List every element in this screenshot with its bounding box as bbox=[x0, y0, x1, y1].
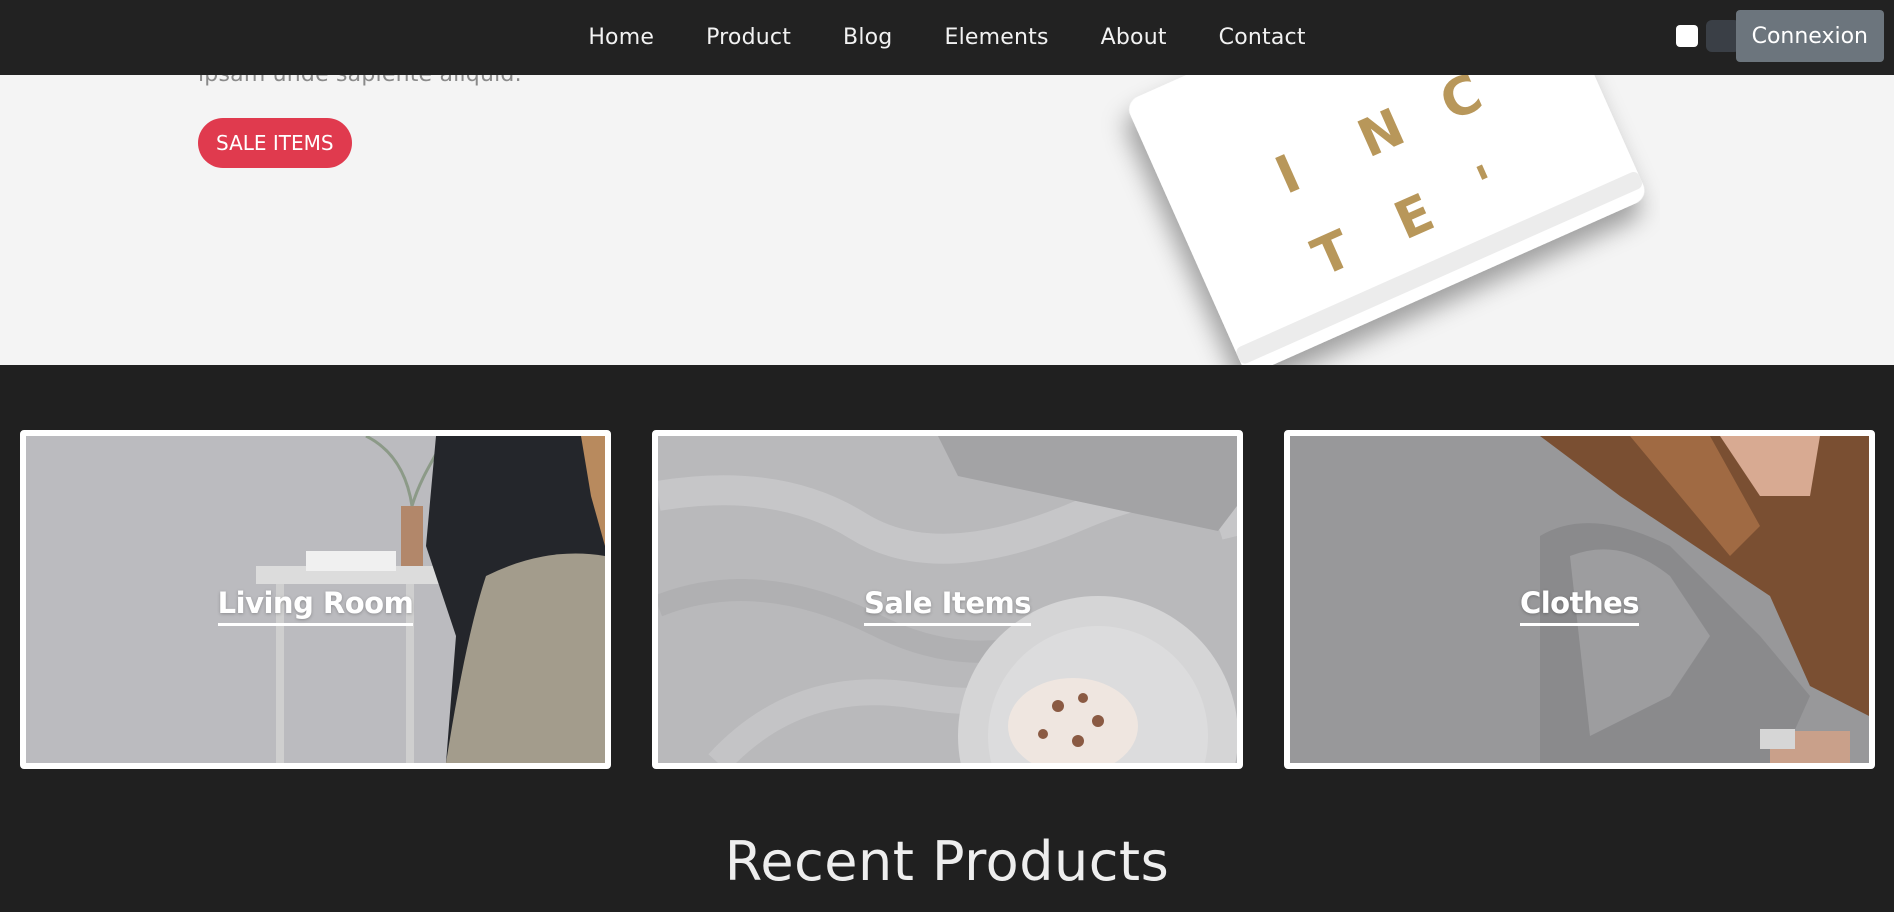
nav-links: Home Product Blog Elements About Contact bbox=[0, 0, 1894, 75]
category-label-living-room[interactable]: Living Room bbox=[26, 586, 605, 626]
nav-link-about[interactable]: About bbox=[1101, 25, 1167, 50]
category-card-living-room[interactable]: Living Room bbox=[20, 430, 611, 769]
category-label-clothes[interactable]: Clothes bbox=[1290, 586, 1869, 626]
hero-text: ipsam unde sapiente aliquid. bbox=[198, 75, 522, 87]
nav-link-elements[interactable]: Elements bbox=[944, 25, 1048, 50]
category-card-sale-items[interactable]: Sale Items bbox=[652, 430, 1243, 769]
light-theme-swatch[interactable] bbox=[1675, 25, 1698, 47]
dark-theme-swatch[interactable] bbox=[1705, 20, 1740, 52]
category-cards: Living Room Sale Items Clothes bbox=[0, 430, 1894, 770]
recent-products-title: Recent Products bbox=[724, 830, 1170, 893]
folded-tshirt-image: I N C T E ' bbox=[1129, 75, 1645, 365]
nav-link-product[interactable]: Product bbox=[706, 25, 791, 50]
sale-items-button[interactable]: SALE ITEMS bbox=[198, 118, 352, 168]
top-navbar: Home Product Blog Elements About Contact… bbox=[0, 0, 1894, 75]
hero-section: ipsam unde sapiente aliquid. SALE ITEMS … bbox=[0, 75, 1894, 365]
nav-actions: Connexion bbox=[1675, 10, 1884, 62]
category-card-clothes[interactable]: Clothes bbox=[1284, 430, 1875, 769]
nav-link-contact[interactable]: Contact bbox=[1219, 25, 1306, 50]
login-button[interactable]: Connexion bbox=[1735, 10, 1884, 62]
nav-link-blog[interactable]: Blog bbox=[843, 25, 892, 50]
category-label-sale-items[interactable]: Sale Items bbox=[658, 586, 1237, 626]
nav-link-home[interactable]: Home bbox=[588, 25, 654, 50]
